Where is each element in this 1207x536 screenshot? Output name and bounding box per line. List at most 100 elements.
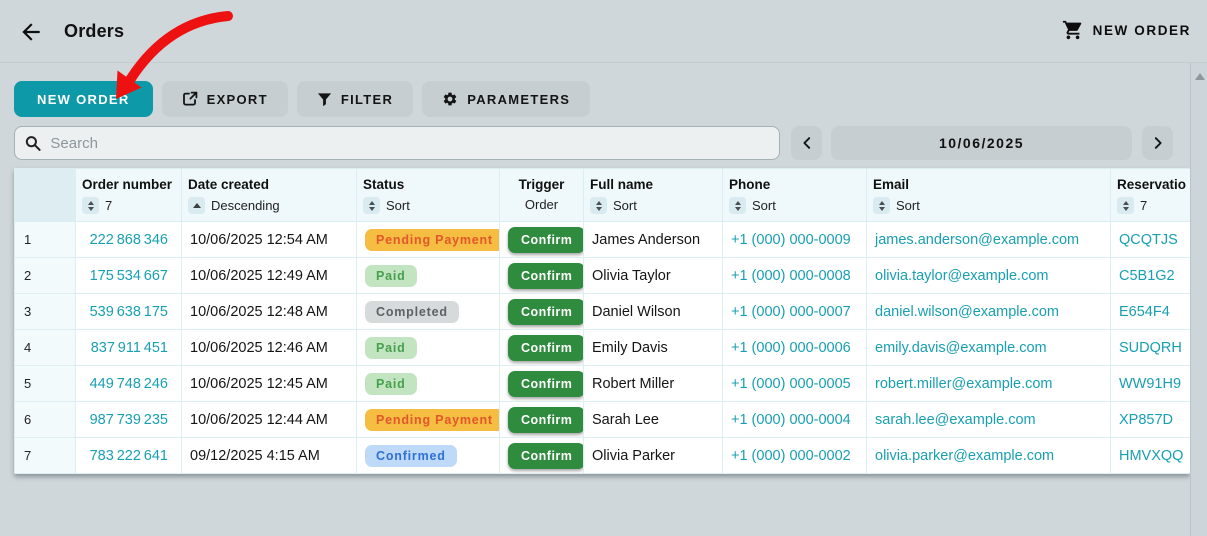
status-cell: Pending Payment [357,402,500,438]
order-number-cell: 449 748 246 [76,366,182,402]
reservation-cell: XP857D [1111,402,1191,438]
sort-order-number[interactable]: 7 [82,197,175,214]
sort-status[interactable]: Sort [363,197,493,214]
order-number-link[interactable]: 539 638 175 [90,304,168,320]
phone-cell: +1 (000) 000-0007 [723,294,867,330]
reservation-link[interactable]: HMVXQQ [1119,448,1183,464]
vertical-scrollbar[interactable] [1190,63,1207,536]
status-badge: Paid [365,337,417,359]
filter-button[interactable]: FILTER [297,81,413,117]
reservation-link[interactable]: E654F4 [1119,304,1170,320]
email-link[interactable]: olivia.taylor@example.com [875,268,1048,284]
date-created-cell: 10/06/2025 12:49 AM [182,258,357,294]
table-header-row: Order number 7 Date created Descending [15,169,1191,222]
order-number-cell: 175 534 667 [76,258,182,294]
search-box [14,126,780,160]
prev-date-button[interactable] [791,126,822,160]
col-trigger-order: Trigger Order [500,169,584,222]
phone-cell: +1 (000) 000-0004 [723,402,867,438]
row-index: 7 [15,438,76,474]
order-number-link[interactable]: 837 911 451 [91,340,168,356]
phone-link[interactable]: +1 (000) 000-0006 [731,340,851,356]
sort-reservation[interactable]: 7 [1117,197,1184,214]
email-link[interactable]: daniel.wilson@example.com [875,304,1059,320]
email-link[interactable]: sarah.lee@example.com [875,412,1036,428]
phone-cell: +1 (000) 000-0009 [723,222,867,258]
export-icon [182,91,198,107]
status-cell: Paid [357,330,500,366]
new-order-button[interactable]: NEW ORDER [14,81,153,117]
orders-screen: Orders NEW ORDER NEW ORDER EXPORT FILTER [0,0,1207,536]
search-icon [25,135,41,152]
top-new-order-button[interactable]: NEW ORDER [1062,19,1191,41]
confirm-button[interactable]: Confirm [508,443,584,469]
email-cell: emily.davis@example.com [867,330,1111,366]
filter-icon [317,92,332,107]
order-number-link[interactable]: 449 748 246 [90,376,168,392]
phone-link[interactable]: +1 (000) 000-0009 [731,232,851,248]
confirm-button[interactable]: Confirm [508,299,584,325]
reservation-cell: QCQTJS [1111,222,1191,258]
status-badge: Paid [365,265,417,287]
email-cell: olivia.parker@example.com [867,438,1111,474]
reservation-link[interactable]: XP857D [1119,412,1173,428]
cart-icon [1062,19,1084,41]
trigger-cell: Confirm [500,402,584,438]
email-link[interactable]: emily.davis@example.com [875,340,1047,356]
phone-link[interactable]: +1 (000) 000-0002 [731,448,851,464]
confirm-button[interactable]: Confirm [508,335,584,361]
order-number-cell: 222 868 346 [76,222,182,258]
confirm-button[interactable]: Confirm [508,371,584,397]
full-name-cell: Robert Miller [584,366,723,402]
order-number-cell: 783 222 641 [76,438,182,474]
phone-link[interactable]: +1 (000) 000-0004 [731,412,851,428]
confirm-button[interactable]: Confirm [508,263,584,289]
status-cell: Completed [357,294,500,330]
row-index: 6 [15,402,76,438]
sort-arrows-icon [590,197,607,214]
scroll-up-icon[interactable] [1195,73,1205,80]
sort-arrows-icon [82,197,99,214]
status-badge: Confirmed [365,445,457,467]
sort-date-created[interactable]: Descending [188,197,350,214]
status-cell: Confirmed [357,438,500,474]
reservation-link[interactable]: WW91H9 [1119,376,1181,392]
phone-link[interactable]: +1 (000) 000-0005 [731,376,851,392]
order-number-link[interactable]: 175 534 667 [90,268,168,284]
col-order-number: Order number 7 [76,169,182,222]
order-number-link[interactable]: 222 868 346 [90,232,168,248]
trigger-cell: Confirm [500,366,584,402]
date-created-cell: 10/06/2025 12:48 AM [182,294,357,330]
reservation-link[interactable]: C5B1G2 [1119,268,1175,284]
order-number-link[interactable]: 783 222 641 [90,448,168,464]
confirm-button[interactable]: Confirm [508,407,584,433]
next-date-button[interactable] [1142,126,1173,160]
trigger-cell: Confirm [500,330,584,366]
phone-link[interactable]: +1 (000) 000-0007 [731,304,851,320]
email-link[interactable]: olivia.parker@example.com [875,448,1054,464]
order-number-link[interactable]: 987 739 235 [90,412,168,428]
trigger-cell: Confirm [500,222,584,258]
export-button[interactable]: EXPORT [162,81,288,117]
sort-phone[interactable]: Sort [729,197,860,214]
email-cell: daniel.wilson@example.com [867,294,1111,330]
parameters-button[interactable]: PARAMETERS [422,81,590,117]
sort-email[interactable]: Sort [873,197,1104,214]
email-link[interactable]: james.anderson@example.com [875,232,1079,248]
sort-full-name[interactable]: Sort [590,197,716,214]
email-link[interactable]: robert.miller@example.com [875,376,1053,392]
back-arrow-icon[interactable] [18,19,44,45]
date-created-cell: 09/12/2025 4:15 AM [182,438,357,474]
confirm-button[interactable]: Confirm [508,227,584,253]
sort-arrows-icon [1117,197,1134,214]
date-created-cell: 10/06/2025 12:46 AM [182,330,357,366]
phone-link[interactable]: +1 (000) 000-0008 [731,268,851,284]
reservation-link[interactable]: SUDQRH [1119,340,1182,356]
date-display[interactable]: 10/06/2025 [831,126,1132,160]
status-badge: Paid [365,373,417,395]
filter-label: FILTER [341,92,393,107]
row-index: 1 [15,222,76,258]
reservation-link[interactable]: QCQTJS [1119,232,1178,248]
col-row-number [15,169,76,222]
search-input[interactable] [50,135,769,152]
